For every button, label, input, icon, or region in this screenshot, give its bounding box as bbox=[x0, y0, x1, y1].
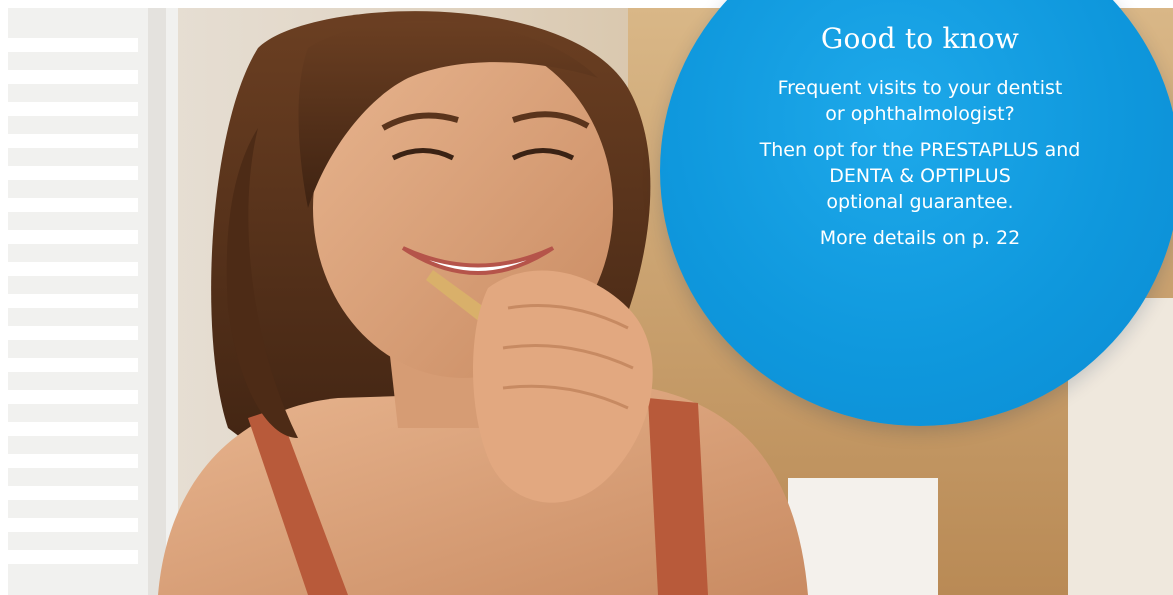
info-paragraph-1-line-1: Frequent visits to your dentist bbox=[777, 77, 1063, 99]
page: Good to know Frequent visits to your den… bbox=[0, 0, 1173, 595]
info-paragraph-2-line-2: DENTA & OPTIPLUS bbox=[829, 165, 1011, 187]
window-blinds bbox=[8, 8, 178, 595]
info-paragraph-2-line-3: optional guarantee. bbox=[826, 191, 1014, 213]
info-page-reference: More details on p. 22 bbox=[819, 227, 1021, 249]
info-bubble-content: Good to know Frequent visits to your den… bbox=[700, 22, 1140, 261]
top-strap-right bbox=[648, 398, 708, 595]
info-paragraph-1-line-2: or ophthalmologist? bbox=[825, 103, 1015, 125]
info-paragraph-1: Frequent visits to your dentist or ophth… bbox=[700, 75, 1140, 127]
background-object bbox=[788, 478, 938, 595]
info-bubble-title: Good to know bbox=[820, 22, 1020, 55]
info-paragraph-2-line-1: Then opt for the PRESTAPLUS and bbox=[759, 139, 1081, 161]
info-paragraph-2: Then opt for the PRESTAPLUS and DENTA & … bbox=[700, 137, 1140, 215]
